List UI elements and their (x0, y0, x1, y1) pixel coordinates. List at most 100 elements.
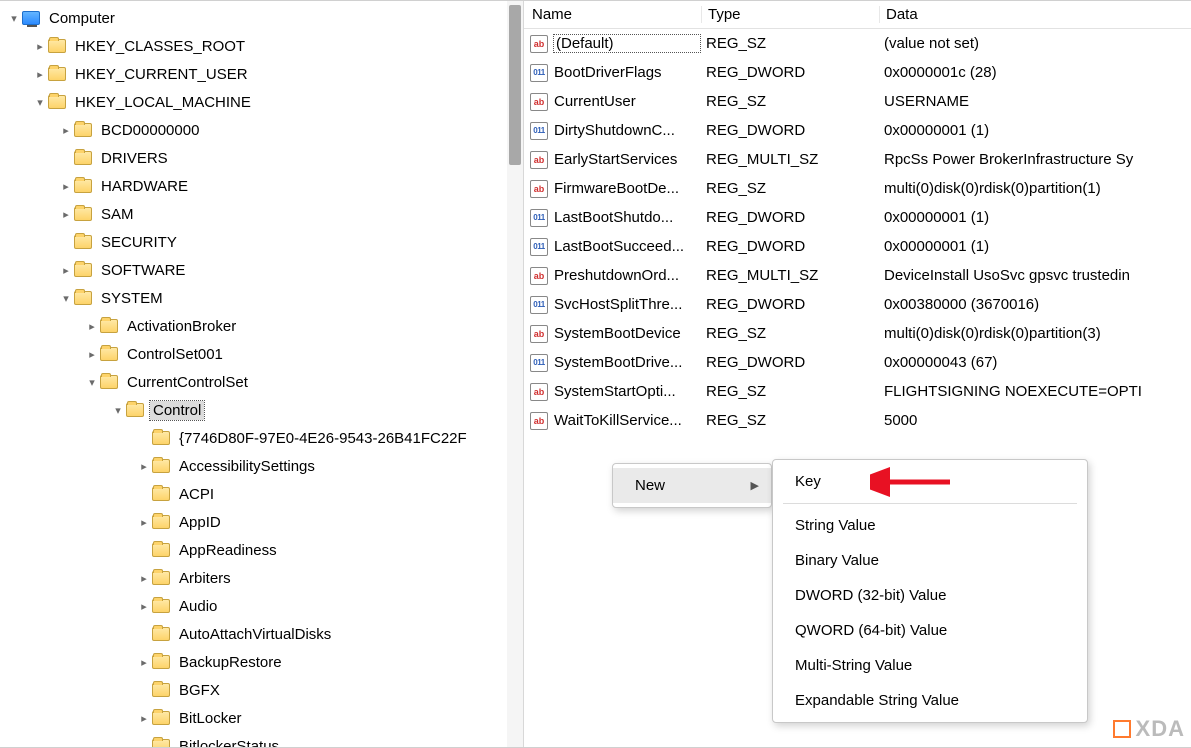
chevron-right-icon[interactable] (84, 348, 100, 361)
chevron-right-icon[interactable] (136, 712, 152, 725)
tree-node[interactable]: SOFTWARE (0, 256, 523, 284)
tree-node[interactable]: BCD00000000 (0, 116, 523, 144)
value-data: 0x00000001 (1) (878, 122, 1191, 139)
tree-scrollbar[interactable] (507, 1, 523, 747)
value-data: 0x0000001c (28) (878, 64, 1191, 81)
tree-node[interactable]: HARDWARE (0, 172, 523, 200)
value-row[interactable]: 011LastBootShutdo...REG_DWORD0x00000001 … (524, 203, 1191, 232)
tree-scrollbar-thumb[interactable] (509, 5, 521, 165)
value-name: SystemBootDrive... (554, 354, 700, 371)
tree-node[interactable]: Arbiters (0, 564, 523, 592)
value-data: DeviceInstall UsoSvc gpsvc trustedin (878, 267, 1191, 284)
value-data: multi(0)disk(0)rdisk(0)partition(3) (878, 325, 1191, 342)
tree-node[interactable]: AppID (0, 508, 523, 536)
string-value-icon: ab (530, 151, 548, 169)
chevron-right-icon[interactable] (58, 124, 74, 137)
chevron-down-icon[interactable] (84, 376, 100, 389)
folder-icon (48, 39, 66, 53)
folder-icon (48, 95, 66, 109)
chevron-right-icon[interactable] (84, 320, 100, 333)
watermark-square-icon (1113, 720, 1131, 738)
tree-node[interactable]: BitlockerStatus (0, 732, 523, 747)
tree-node-label: HKEY_CLASSES_ROOT (72, 37, 248, 56)
value-row[interactable]: 011DirtyShutdownC...REG_DWORD0x00000001 … (524, 116, 1191, 145)
value-row[interactable]: abEarlyStartServicesREG_MULTI_SZRpcSs Po… (524, 145, 1191, 174)
chevron-right-icon[interactable] (58, 180, 74, 193)
tree-node[interactable]: SYSTEM (0, 284, 523, 312)
tree-node[interactable]: ActivationBroker (0, 312, 523, 340)
value-row[interactable]: abCurrentUserREG_SZUSERNAME (524, 87, 1191, 116)
value-row[interactable]: 011LastBootSucceed...REG_DWORD0x00000001… (524, 232, 1191, 261)
chevron-down-icon[interactable] (6, 12, 22, 25)
menu-item-new[interactable]: New ▶ (613, 468, 771, 503)
value-type: REG_DWORD (700, 122, 878, 139)
chevron-right-icon[interactable] (32, 40, 48, 53)
menu-item-qword[interactable]: QWORD (64-bit) Value (773, 613, 1087, 648)
tree-node-label: HKEY_LOCAL_MACHINE (72, 93, 254, 112)
value-row[interactable]: abSystemStartOpti...REG_SZ FLIGHTSIGNING… (524, 377, 1191, 406)
chevron-right-icon[interactable] (136, 516, 152, 529)
value-row[interactable]: abFirmwareBootDe...REG_SZmulti(0)disk(0)… (524, 174, 1191, 203)
tree-node[interactable]: Audio (0, 592, 523, 620)
value-data: 0x00380000 (3670016) (878, 296, 1191, 313)
header-type[interactable]: Type (702, 6, 880, 23)
tree-node[interactable]: Computer (0, 4, 523, 32)
value-name: SystemBootDevice (554, 325, 700, 342)
tree-node[interactable]: AutoAttachVirtualDisks (0, 620, 523, 648)
chevron-right-icon[interactable] (136, 572, 152, 585)
menu-item-binary[interactable]: Binary Value (773, 543, 1087, 578)
tree-node[interactable]: HKEY_CLASSES_ROOT (0, 32, 523, 60)
header-name[interactable]: Name (524, 6, 702, 23)
watermark: XDA (1113, 716, 1185, 742)
tree-node[interactable]: CurrentControlSet (0, 368, 523, 396)
tree-node[interactable]: Control (0, 396, 523, 424)
tree-node[interactable]: BackupRestore (0, 648, 523, 676)
menu-item-expandstring[interactable]: Expandable String Value (773, 683, 1087, 718)
tree-node[interactable]: ControlSet001 (0, 340, 523, 368)
tree-node[interactable]: AccessibilitySettings (0, 452, 523, 480)
chevron-right-icon[interactable] (136, 460, 152, 473)
tree-node-label: ActivationBroker (124, 317, 239, 336)
tree-node[interactable]: SECURITY (0, 228, 523, 256)
tree-node[interactable]: HKEY_LOCAL_MACHINE (0, 88, 523, 116)
chevron-down-icon[interactable] (110, 404, 126, 417)
value-name: PreshutdownOrd... (554, 267, 700, 284)
value-row[interactable]: ab(Default)REG_SZ(value not set) (524, 29, 1191, 58)
header-data[interactable]: Data (880, 6, 1191, 23)
menu-item-string[interactable]: String Value (773, 508, 1087, 543)
folder-icon (152, 739, 170, 747)
chevron-right-icon[interactable] (32, 68, 48, 81)
value-row[interactable]: 011BootDriverFlagsREG_DWORD0x0000001c (2… (524, 58, 1191, 87)
chevron-right-icon[interactable] (58, 264, 74, 277)
value-data: multi(0)disk(0)rdisk(0)partition(1) (878, 180, 1191, 197)
menu-item-multistring[interactable]: Multi-String Value (773, 648, 1087, 683)
folder-icon (152, 515, 170, 529)
tree-node[interactable]: BitLocker (0, 704, 523, 732)
chevron-down-icon[interactable] (32, 96, 48, 109)
tree-node[interactable]: {7746D80F-97E0-4E26-9543-26B41FC22F (0, 424, 523, 452)
value-row[interactable]: 011SvcHostSplitThre...REG_DWORD0x0038000… (524, 290, 1191, 319)
value-row[interactable]: abPreshutdownOrd...REG_MULTI_SZDeviceIns… (524, 261, 1191, 290)
chevron-right-icon[interactable] (136, 656, 152, 669)
chevron-right-icon[interactable] (136, 600, 152, 613)
chevron-right-icon[interactable] (58, 208, 74, 221)
value-type: REG_DWORD (700, 238, 878, 255)
menu-item-dword[interactable]: DWORD (32-bit) Value (773, 578, 1087, 613)
value-row[interactable]: abSystemBootDeviceREG_SZmulti(0)disk(0)r… (524, 319, 1191, 348)
value-row[interactable]: 011SystemBootDrive...REG_DWORD0x00000043… (524, 348, 1191, 377)
folder-icon (152, 655, 170, 669)
string-value-icon: ab (530, 93, 548, 111)
tree-node[interactable]: ACPI (0, 480, 523, 508)
tree-node[interactable]: HKEY_CURRENT_USER (0, 60, 523, 88)
folder-icon (152, 571, 170, 585)
tree-node[interactable]: DRIVERS (0, 144, 523, 172)
tree-node[interactable]: BGFX (0, 676, 523, 704)
menu-item-key[interactable]: Key (773, 464, 1087, 499)
value-row[interactable]: abWaitToKillService...REG_SZ5000 (524, 406, 1191, 435)
tree-node-label: SOFTWARE (98, 261, 188, 280)
tree-node[interactable]: AppReadiness (0, 536, 523, 564)
folder-icon (152, 683, 170, 697)
chevron-down-icon[interactable] (58, 292, 74, 305)
tree-node[interactable]: SAM (0, 200, 523, 228)
string-value-icon: ab (530, 35, 548, 53)
